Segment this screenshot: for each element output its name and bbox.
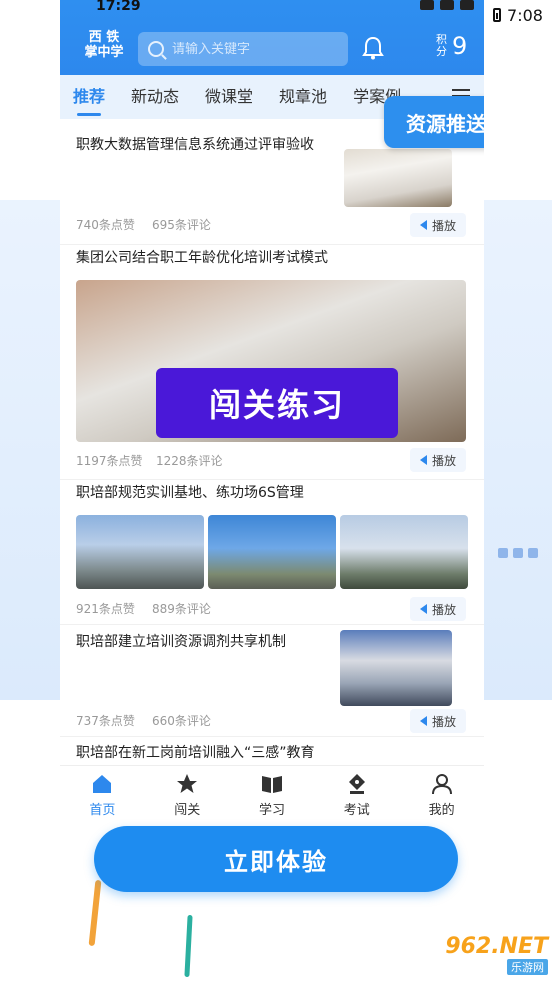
likes-count: 921条点赞 — [76, 602, 135, 616]
item-title: 集团公司结合职工年龄优化培训考试模式 — [76, 250, 328, 266]
star-icon — [177, 774, 198, 793]
item-image — [208, 515, 336, 589]
speaker-icon — [420, 220, 427, 230]
status-time: 17:29 — [96, 0, 141, 14]
phone-screen: 17:29 西 铁 掌中学 积分 9 推荐 新动态 微课堂 规章池 学 — [60, 0, 484, 825]
status-bar: 17:29 — [60, 0, 484, 16]
tab-micro-class[interactable]: 微课堂 — [192, 75, 266, 119]
tab-recommend[interactable]: 推荐 — [60, 75, 118, 119]
play-button[interactable]: 播放 — [410, 213, 467, 237]
challenge-practice-badge: 闯关练习 — [156, 368, 398, 438]
wifi-icon — [440, 0, 454, 10]
logo-line1: 西 铁 — [88, 30, 120, 45]
likes-count: 740条点赞 — [76, 218, 135, 232]
watermark-top: 962.NET — [445, 933, 548, 959]
app-logo: 西 铁 掌中学 — [78, 30, 130, 60]
divider — [60, 624, 484, 625]
points-label: 积分 — [436, 33, 447, 58]
logo-line2: 掌中学 — [84, 45, 124, 60]
points-value: 9 — [452, 32, 468, 60]
speaker-icon — [420, 716, 427, 726]
points-display[interactable]: 积分 9 — [436, 32, 467, 60]
play-button[interactable]: 播放 — [410, 597, 467, 621]
battery-icon — [493, 8, 502, 22]
tab-rules[interactable]: 规章池 — [266, 75, 340, 119]
play-button[interactable]: 播放 — [410, 709, 467, 733]
watermark-logo: 962.NET 乐游网 — [414, 930, 548, 978]
speaker-icon — [420, 604, 427, 614]
play-button[interactable]: 播放 — [410, 448, 467, 472]
watermark-bottom: 乐游网 — [507, 958, 548, 975]
pen-icon — [348, 774, 365, 794]
user-icon — [431, 774, 452, 795]
search-icon — [148, 41, 164, 57]
nav-exam[interactable]: 考试 — [314, 766, 399, 825]
decorative-dots — [498, 548, 538, 558]
comments-count: 889条评论 — [152, 602, 211, 616]
signal-icon — [420, 0, 434, 10]
nav-mine[interactable]: 我的 — [399, 766, 484, 825]
book-icon — [261, 776, 282, 793]
try-now-button[interactable]: 立即体验 — [94, 826, 458, 892]
item-title: 职教大数据管理信息系统通过评审验收 — [76, 137, 314, 153]
comments-count: 660条评论 — [152, 714, 211, 728]
bottom-nav: 首页 闯关 学习 考试 我的 — [60, 765, 484, 825]
item-title: 职培部规范实训基地、练功场6S管理 — [76, 485, 304, 501]
search-input[interactable] — [172, 41, 332, 57]
item-image — [76, 515, 204, 589]
home-icon — [93, 775, 112, 793]
item-title: 职培部在新工岗前培训融入“三感”教育 — [76, 745, 315, 761]
item-title: 职培部建立培训资源调剂共享机制 — [76, 634, 286, 650]
system-status-right: 7:08 — [484, 0, 552, 30]
likes-count: 1197条点赞 — [76, 454, 143, 468]
item-image — [340, 515, 468, 589]
nav-challenge[interactable]: 闯关 — [145, 766, 230, 825]
bell-icon[interactable] — [362, 36, 384, 60]
item-thumbnail — [340, 630, 452, 706]
location-icon — [460, 0, 474, 10]
status-icons — [420, 0, 474, 10]
comments-count: 1228条评论 — [156, 454, 223, 468]
likes-count: 737条点赞 — [76, 714, 135, 728]
divider — [60, 736, 484, 737]
resource-push-badge: 资源推送 — [384, 96, 484, 148]
item-thumbnail — [344, 149, 452, 207]
search-bar[interactable] — [138, 32, 348, 66]
divider — [60, 479, 484, 480]
app-header: 17:29 西 铁 掌中学 积分 9 — [60, 0, 484, 75]
nav-home[interactable]: 首页 — [60, 766, 145, 825]
system-time: 7:08 — [507, 5, 543, 25]
tab-news[interactable]: 新动态 — [118, 75, 192, 119]
nav-study[interactable]: 学习 — [230, 766, 315, 825]
comments-count: 695条评论 — [152, 218, 211, 232]
divider — [60, 244, 484, 245]
speaker-icon — [420, 455, 427, 465]
